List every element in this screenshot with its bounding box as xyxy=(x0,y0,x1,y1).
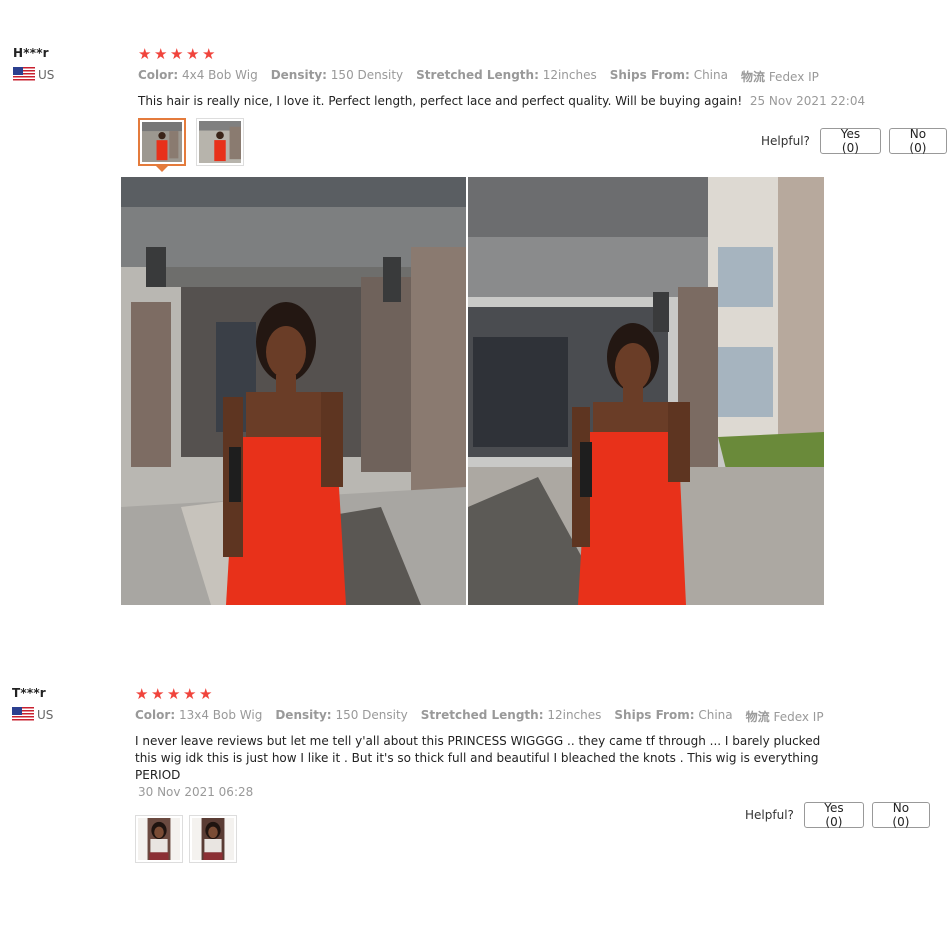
review-card: H***r US ★ ★ ★ ★ ★ Color: 4x4 Bob Wig De… xyxy=(0,40,950,620)
country-code: US xyxy=(38,67,55,82)
star-rating: ★ ★ ★ ★ ★ xyxy=(138,46,938,62)
review-card: T***r US ★ ★ ★ ★ ★ Color: 13x4 Bob Wig D… xyxy=(0,680,950,880)
review-photo[interactable] xyxy=(468,177,824,605)
star-icon: ★ xyxy=(183,685,197,703)
review-text: This hair is really nice, I love it. Per… xyxy=(138,93,938,110)
photo-thumbnail[interactable] xyxy=(135,815,183,863)
attr-length: Stretched Length: 12inches xyxy=(416,68,597,82)
helpful-label: Helpful? xyxy=(761,134,810,148)
attr-density: Density: 150 Density xyxy=(275,708,408,722)
review-content: ★ ★ ★ ★ ★ Color: 13x4 Bob Wig Density: 1… xyxy=(135,686,935,863)
photo-thumbnail[interactable] xyxy=(189,815,237,863)
attr-ships-from: Ships From: China xyxy=(609,68,728,82)
review-body: I never leave reviews but let me tell y'… xyxy=(135,734,821,782)
helpful-yes-button[interactable]: Yes (0) xyxy=(803,801,864,829)
star-rating: ★ ★ ★ ★ ★ xyxy=(135,686,935,702)
attr-density: Density: 150 Density xyxy=(270,68,404,82)
review-text: I never leave reviews but let me tell y'… xyxy=(135,733,825,801)
star-icon: ★ xyxy=(167,685,181,703)
attr-color: Color: 4x4 Bob Wig xyxy=(138,68,258,82)
country-code: US xyxy=(37,707,54,722)
helpful-no-button[interactable]: No (0) xyxy=(888,127,947,155)
review-body: This hair is really nice, I love it. Per… xyxy=(138,94,743,108)
helpful-controls: Helpful? Yes (0) No (0) xyxy=(745,801,930,829)
attr-logistics: 物流 Fedex IP xyxy=(745,710,824,724)
us-flag-icon xyxy=(13,67,35,82)
product-attributes: Color: 13x4 Bob Wig Density: 150 Density… xyxy=(135,708,935,725)
photo-thumbnail[interactable] xyxy=(196,118,244,166)
review-date: 25 Nov 2021 22:04 xyxy=(749,94,866,108)
reviewer-name: T***r xyxy=(12,686,46,700)
review-date: 30 Nov 2021 06:28 xyxy=(138,785,254,799)
reviewer-country: US xyxy=(13,67,54,82)
reviewer-info: H***r US xyxy=(13,46,54,82)
reviewer-name: H***r xyxy=(13,46,49,60)
star-icon: ★ xyxy=(170,45,184,63)
star-icon: ★ xyxy=(151,685,165,703)
helpful-yes-button[interactable]: Yes (0) xyxy=(819,127,881,155)
star-icon: ★ xyxy=(202,45,216,63)
helpful-controls: Helpful? Yes (0) No (0) xyxy=(761,127,947,155)
helpful-no-button[interactable]: No (0) xyxy=(871,801,930,829)
star-icon: ★ xyxy=(138,45,152,63)
product-attributes: Color: 4x4 Bob Wig Density: 150 Density … xyxy=(138,68,938,85)
star-icon: ★ xyxy=(186,45,200,63)
review-photo[interactable] xyxy=(121,177,466,605)
reviewer-info: T***r US xyxy=(12,686,53,722)
us-flag-icon xyxy=(12,707,34,722)
star-icon: ★ xyxy=(199,685,213,703)
attr-length: Stretched Length: 12inches xyxy=(420,708,602,722)
star-icon: ★ xyxy=(154,45,168,63)
attr-ships-from: Ships From: China xyxy=(614,708,733,722)
attr-color: Color: 13x4 Bob Wig xyxy=(135,708,263,722)
selected-indicator xyxy=(156,166,168,172)
reviewer-country: US xyxy=(12,707,53,722)
star-icon: ★ xyxy=(135,685,149,703)
helpful-label: Helpful? xyxy=(745,808,794,822)
expanded-photo-viewer xyxy=(121,177,824,605)
attr-logistics: 物流 Fedex IP xyxy=(740,70,819,84)
photo-thumbnail-selected[interactable] xyxy=(138,118,186,172)
